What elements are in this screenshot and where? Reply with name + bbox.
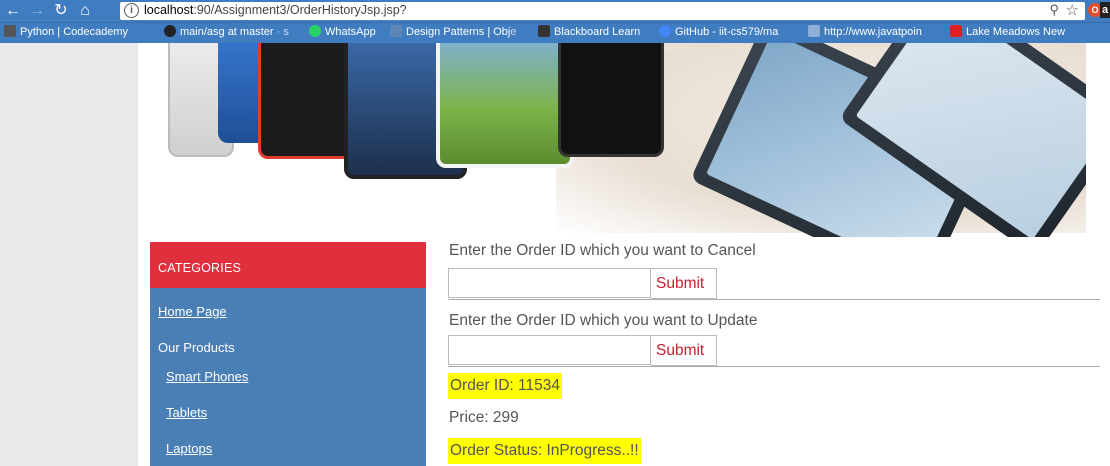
update-label: Enter the Order ID which you want to Upd… xyxy=(449,312,758,329)
home-icon[interactable]: ⌂ xyxy=(76,2,94,20)
categories-sidebar: CATEGORIES Home Page Our Products Smart … xyxy=(150,242,426,466)
update-submit-button[interactable]: Submit xyxy=(651,335,717,366)
cancel-order-id-input[interactable] xyxy=(448,268,651,298)
bookmark-item[interactable]: http://www.javatpoin xyxy=(808,25,922,39)
home-page-link[interactable]: Home Page xyxy=(158,304,227,319)
bookmark-item[interactable]: Python | Codecademy xyxy=(4,25,128,39)
blackboard-icon xyxy=(538,25,550,37)
google-icon xyxy=(659,25,671,37)
price-text: Price: 299 xyxy=(449,409,519,426)
page: CATEGORIES Home Page Our Products Smart … xyxy=(0,43,1110,466)
laptops-link[interactable]: Laptops xyxy=(166,441,212,456)
update-order-id-input[interactable] xyxy=(448,335,651,365)
content-area: CATEGORIES Home Page Our Products Smart … xyxy=(138,43,1110,466)
reload-icon[interactable]: ↻ xyxy=(52,2,70,20)
browser-toolbar: ← → ↻ ⌂ i localhost:90/Assignment3/Order… xyxy=(0,0,1110,22)
smart-phones-link[interactable]: Smart Phones xyxy=(166,369,248,384)
bookmark-item[interactable]: Lake Meadows New xyxy=(950,25,1065,39)
bookmarks-bar: Python | Codecademy main/asg at master ·… xyxy=(0,22,1110,43)
info-icon[interactable]: i xyxy=(124,3,139,18)
phone-image xyxy=(558,43,664,157)
lake-meadows-icon xyxy=(950,25,962,37)
back-icon[interactable]: ← xyxy=(4,2,22,20)
bookmark-item[interactable]: Blackboard Learn xyxy=(538,25,640,39)
amazon-extension-icon[interactable]: a xyxy=(1100,2,1110,18)
codecademy-icon xyxy=(4,25,16,37)
order-status-text: Order Status: InProgress..!! xyxy=(448,438,641,464)
divider xyxy=(448,366,1100,367)
categories-heading: CATEGORIES xyxy=(150,242,426,288)
phone-image xyxy=(436,43,574,168)
design-patterns-icon xyxy=(390,25,402,37)
github-icon xyxy=(164,25,176,37)
bookmark-star-icon[interactable]: ☆ xyxy=(1066,1,1079,19)
cancel-label: Enter the Order ID which you want to Can… xyxy=(449,242,756,259)
whatsapp-icon xyxy=(309,25,321,37)
banner-image xyxy=(156,43,1086,237)
bookmark-item[interactable]: main/asg at master · s xyxy=(164,25,289,39)
our-products-label: Our Products xyxy=(158,340,235,355)
bookmark-item[interactable]: Design Patterns | Obje xyxy=(390,25,516,39)
forward-icon[interactable]: → xyxy=(28,2,46,20)
zoom-icon[interactable]: ⚲ xyxy=(1049,2,1059,18)
bookmark-item[interactable]: GitHub - iit-cs579/ma xyxy=(659,25,778,39)
bookmark-item[interactable]: WhatsApp xyxy=(309,25,376,39)
divider xyxy=(448,299,1100,300)
tablets-link[interactable]: Tablets xyxy=(166,405,207,420)
cancel-submit-button[interactable]: Submit xyxy=(651,268,717,299)
order-id-text: Order ID: 11534 xyxy=(448,373,562,399)
javatpoint-icon xyxy=(808,25,820,37)
url-text: localhost:90/Assignment3/OrderHistoryJsp… xyxy=(144,3,407,17)
address-bar[interactable]: i localhost:90/Assignment3/OrderHistoryJ… xyxy=(120,2,1085,20)
